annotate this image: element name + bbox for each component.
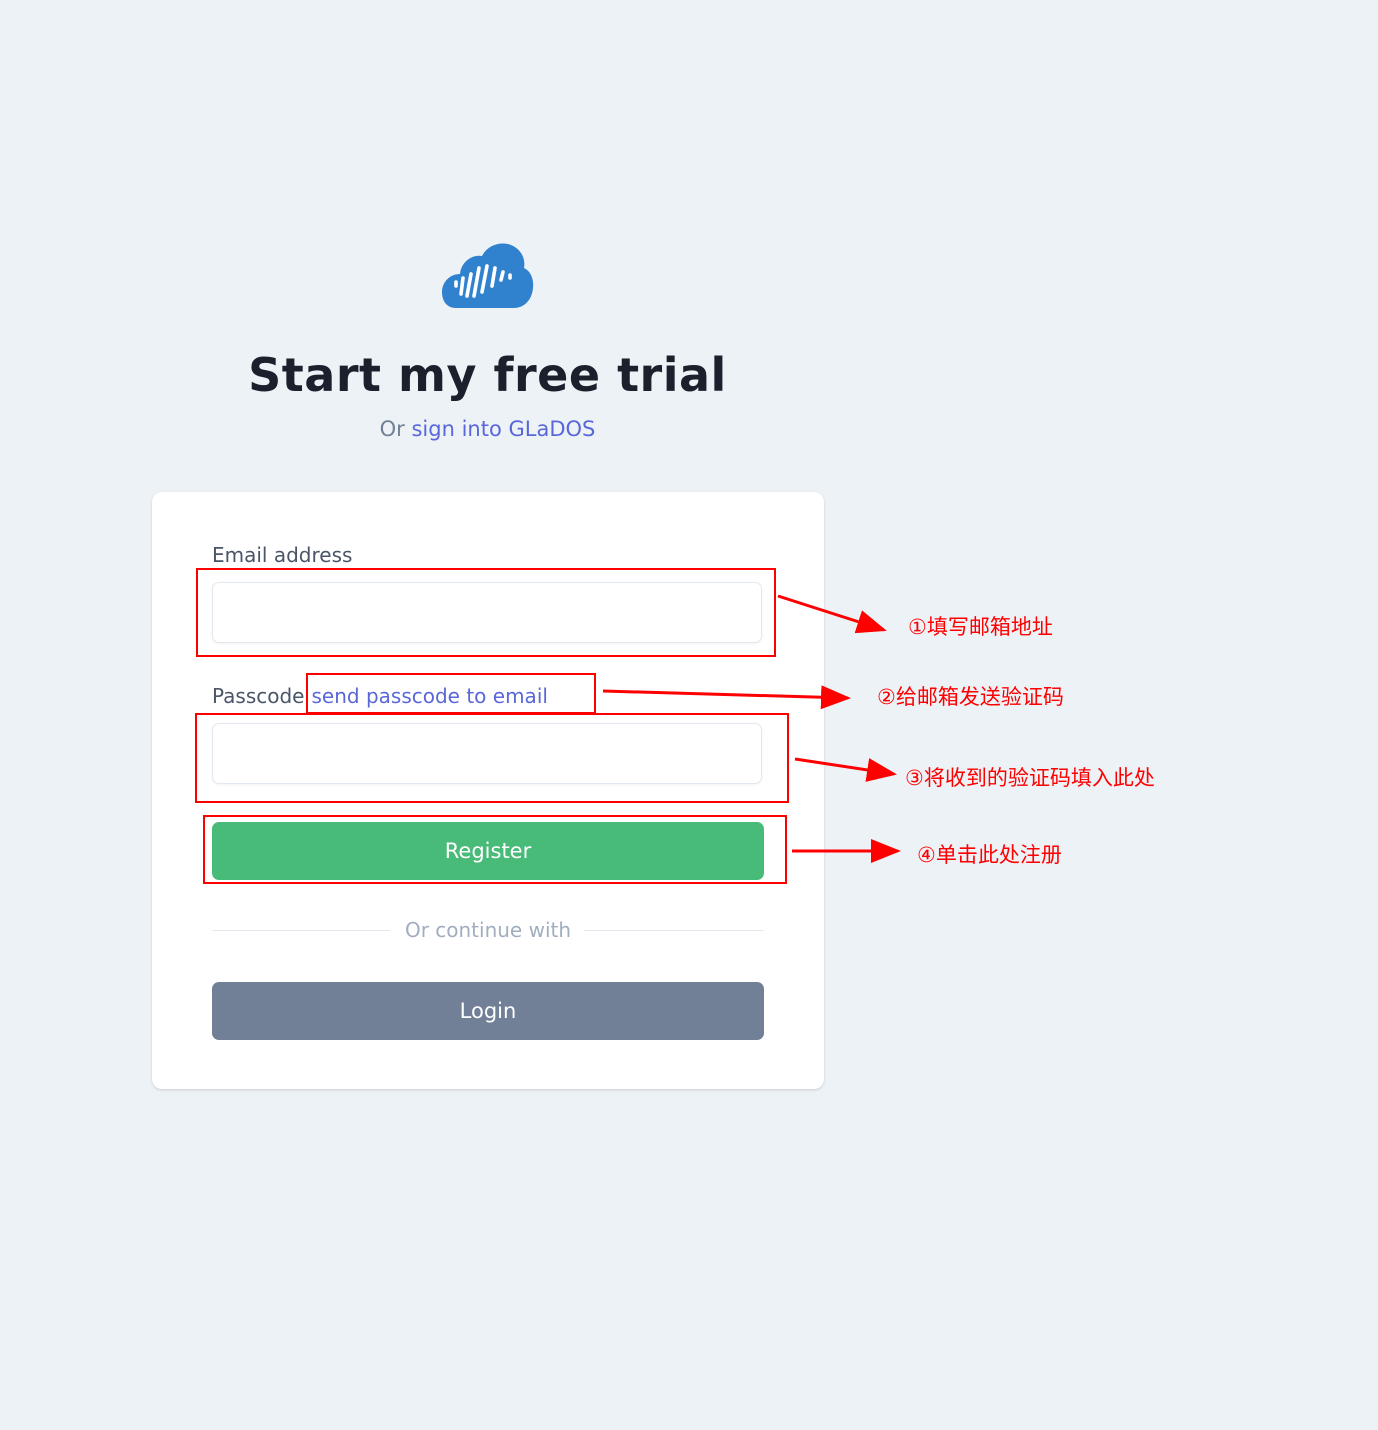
page-title: Start my free trial <box>248 348 727 402</box>
annotation-2: ②给邮箱发送验证码 <box>877 685 1064 709</box>
annotation-box-send-passcode <box>306 673 596 714</box>
login-button[interactable]: Login <box>212 982 764 1040</box>
annotation-1: ①填写邮箱地址 <box>908 615 1053 639</box>
annotation-box-email <box>196 568 776 657</box>
subtitle: Or sign into GLaDOS <box>0 414 975 444</box>
annotation-4: ④单击此处注册 <box>917 843 1062 867</box>
annotation-box-passcode <box>195 713 789 803</box>
cloud-logo-icon <box>442 243 534 308</box>
annotation-3: ③将收到的验证码填入此处 <box>905 766 1155 790</box>
divider-text: Or continue with <box>404 918 572 942</box>
sign-in-link[interactable]: sign into GLaDOS <box>411 417 595 441</box>
subtitle-prefix: Or <box>379 417 405 441</box>
email-label: Email address <box>212 543 353 567</box>
annotation-box-register <box>203 815 787 884</box>
passcode-label: Passcode <box>212 684 305 708</box>
